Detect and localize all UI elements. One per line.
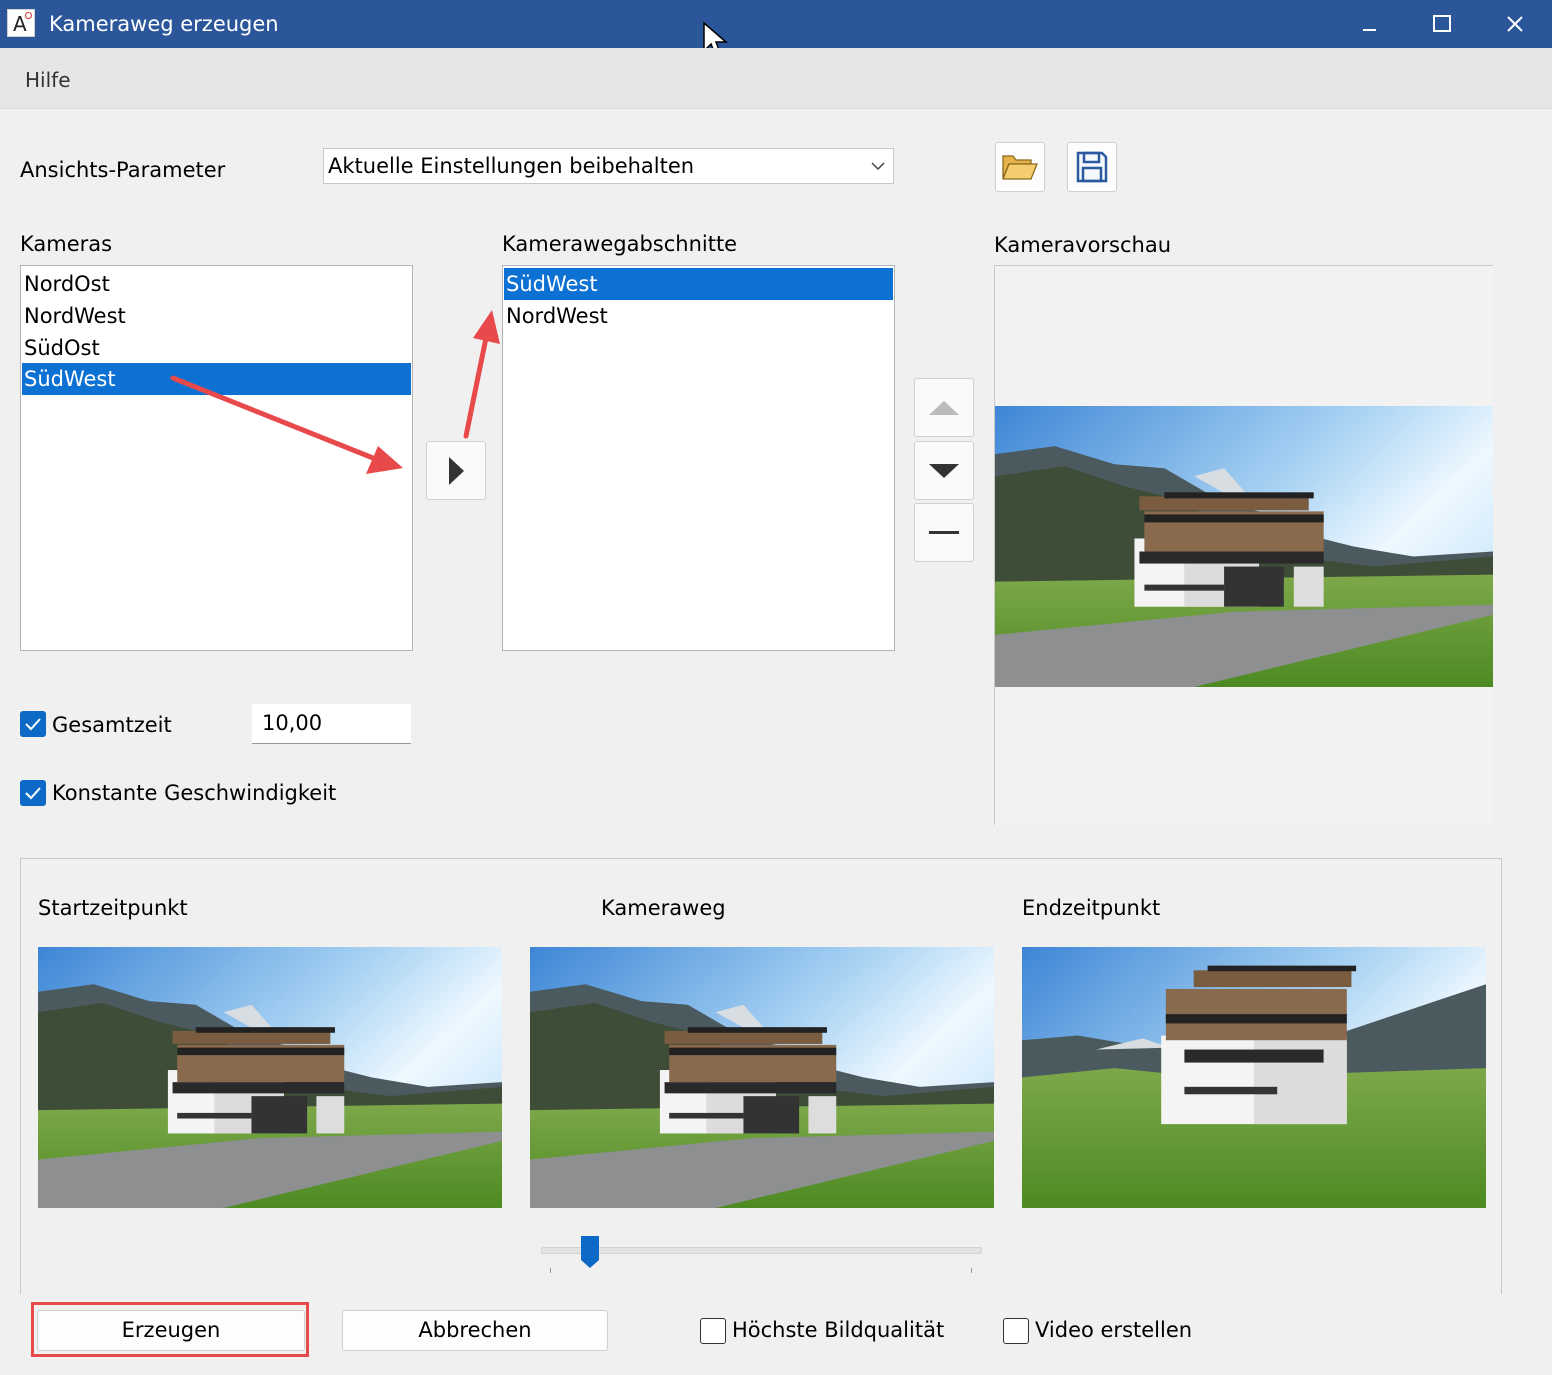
arrow-to-add-button xyxy=(170,375,381,463)
arrow-head-up-icon xyxy=(473,310,500,344)
annotation-arrows xyxy=(170,310,500,474)
arrow-to-segments xyxy=(463,330,490,439)
